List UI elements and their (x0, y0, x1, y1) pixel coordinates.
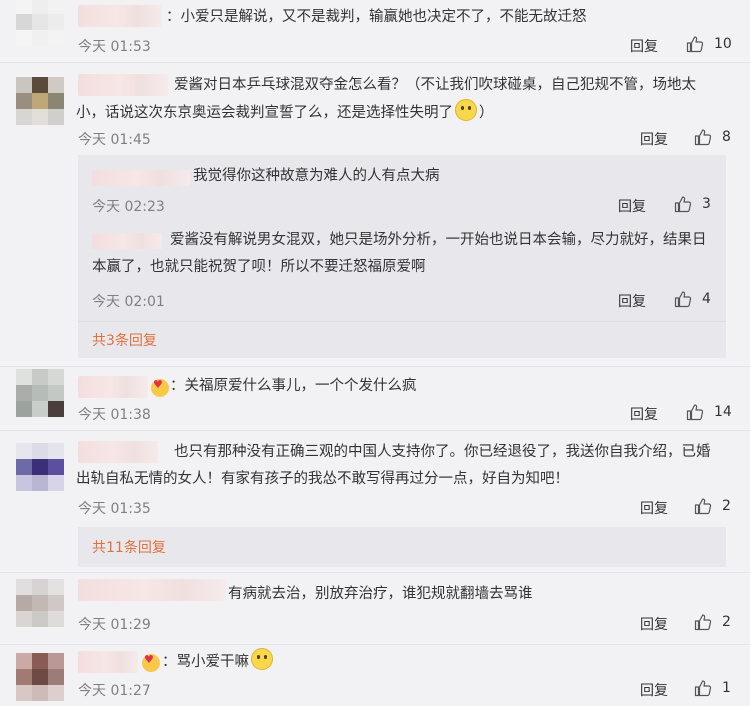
comment-6: ：骂小爱干嘛 今天 01:27 回复 1 (0, 645, 750, 706)
reply-button[interactable]: 回复 (640, 129, 668, 149)
reply-button[interactable]: 回复 (630, 36, 658, 56)
comment-text: 有病就去治，别放弃治疗，谁犯规就翻墙去骂谁 (228, 586, 533, 602)
username-blurred[interactable] (78, 651, 138, 673)
reply-button[interactable]: 回复 (640, 498, 668, 518)
like-button[interactable]: 14 (686, 403, 732, 421)
avatar[interactable] (16, 579, 64, 627)
like-count: 8 (722, 129, 731, 145)
thumbs-up-icon (694, 680, 712, 697)
reply-button[interactable]: 回复 (630, 404, 658, 424)
username-blurred[interactable] (78, 376, 148, 398)
reply-button[interactable]: 回复 (640, 680, 668, 700)
more-replies-link[interactable]: 共3条回复 (92, 330, 157, 350)
like-button[interactable]: 2 (694, 613, 731, 631)
avatar[interactable] (16, 369, 64, 417)
like-button[interactable]: 4 (674, 290, 711, 308)
like-button[interactable]: 8 (694, 128, 731, 146)
comment-2: 爱酱对日本乒乓球混双夺金怎么看？（不让我们吹球碰桌，自己犯规不管，场地太小，话说… (0, 63, 750, 365)
comment-1: ：小爱只是解说，又不是裁判，输赢她也决定不了，不能无故迁怒 今天 01:53 回… (0, 0, 750, 62)
comment-feed: ：小爱只是解说，又不是裁判，输赢她也决定不了，不能无故迁怒 今天 01:53 回… (0, 0, 750, 706)
avatar[interactable] (16, 77, 64, 125)
comment-text: 爱酱对日本乒乓球混双夺金怎么看？（不让我们吹球碰桌，自己犯规不管，场地太小，话说… (76, 77, 696, 121)
thumbs-up-icon (674, 291, 692, 308)
avatar[interactable] (16, 443, 64, 491)
thumbs-up-icon (674, 196, 692, 213)
comment-time: 今天 01:35 (78, 501, 151, 517)
username-blurred[interactable] (92, 170, 190, 186)
reply-button[interactable]: 回复 (618, 291, 646, 311)
comment-4: 也只有那种没有正确三观的中国人支持你了。你已经退役了，我送你自我介绍，已婚出轨自… (0, 431, 750, 571)
reply-button[interactable]: 回复 (618, 196, 646, 216)
smile-emoji-icon (251, 648, 273, 670)
reply-time: 今天 02:23 (92, 199, 165, 215)
like-button[interactable]: 1 (694, 679, 731, 697)
replies-box: 我觉得你这种故意为难人的人有点大病 今天 02:23 回复 3 爱酱没有解说男女… (78, 155, 726, 358)
like-count: 4 (702, 291, 711, 307)
username-blurred[interactable] (78, 579, 226, 601)
comment-text: ：小爱只是解说，又不是裁判，输赢她也决定不了，不能无故迁怒 (166, 9, 587, 25)
comment-text: ：骂小爱干嘛 (162, 648, 720, 676)
thumbs-up-icon (686, 36, 704, 53)
like-count: 2 (722, 498, 731, 514)
heart-eyes-emoji-icon (151, 378, 169, 397)
doge-emoji-icon (455, 99, 477, 121)
like-button[interactable]: 3 (674, 195, 711, 213)
reply-text: 爱酱没有解说男女混双，她只是场外分析，一开始也说日本会输，尽力就好，结果日本赢了… (92, 232, 707, 275)
comment-text: ：关福原爱什么事儿，一个个发什么疯 (170, 378, 417, 394)
reply-item: 我觉得你这种故意为难人的人有点大病 今天 02:23 回复 3 (78, 155, 726, 215)
comment-time: 今天 01:29 (78, 617, 151, 633)
more-replies-link[interactable]: 共11条回复 (92, 537, 166, 557)
like-button[interactable]: 2 (694, 497, 731, 515)
comment-text: 也只有那种没有正确三观的中国人支持你了。你已经退役了，我送你自我介绍，已婚出轨自… (76, 444, 711, 487)
comment-time: 今天 01:45 (78, 132, 151, 148)
like-button[interactable]: 10 (686, 35, 732, 53)
thumbs-up-icon (694, 129, 712, 146)
reply-item: 爱酱没有解说男女混双，她只是场外分析，一开始也说日本会输，尽力就好，结果日本赢了… (78, 221, 726, 311)
like-count: 14 (714, 404, 732, 420)
avatar[interactable] (16, 0, 64, 46)
replies-box: 共11条回复 (78, 527, 726, 567)
like-count: 10 (714, 36, 732, 52)
thumbs-up-icon (694, 498, 712, 515)
comment-3: ：关福原爱什么事儿，一个个发什么疯 今天 01:38 回复 14 (0, 367, 750, 429)
comment-time: 今天 01:27 (78, 683, 151, 699)
thumbs-up-icon (694, 614, 712, 631)
like-count: 3 (702, 196, 711, 212)
avatar[interactable] (16, 653, 64, 701)
comment-5: 有病就去治，别放弃治疗，谁犯规就翻墙去骂谁 今天 01:29 回复 2 (0, 573, 750, 643)
reply-text: 我觉得你这种故意为难人的人有点大病 (193, 168, 440, 184)
heart-eyes-emoji-icon (142, 653, 160, 672)
comment-time: 今天 01:53 (78, 39, 151, 55)
like-count: 2 (722, 614, 731, 630)
username-blurred[interactable] (78, 5, 162, 27)
like-count: 1 (722, 680, 731, 696)
reply-time: 今天 02:01 (92, 294, 165, 310)
reply-button[interactable]: 回复 (640, 614, 668, 634)
comment-time: 今天 01:38 (78, 407, 151, 423)
thumbs-up-icon (686, 404, 704, 421)
